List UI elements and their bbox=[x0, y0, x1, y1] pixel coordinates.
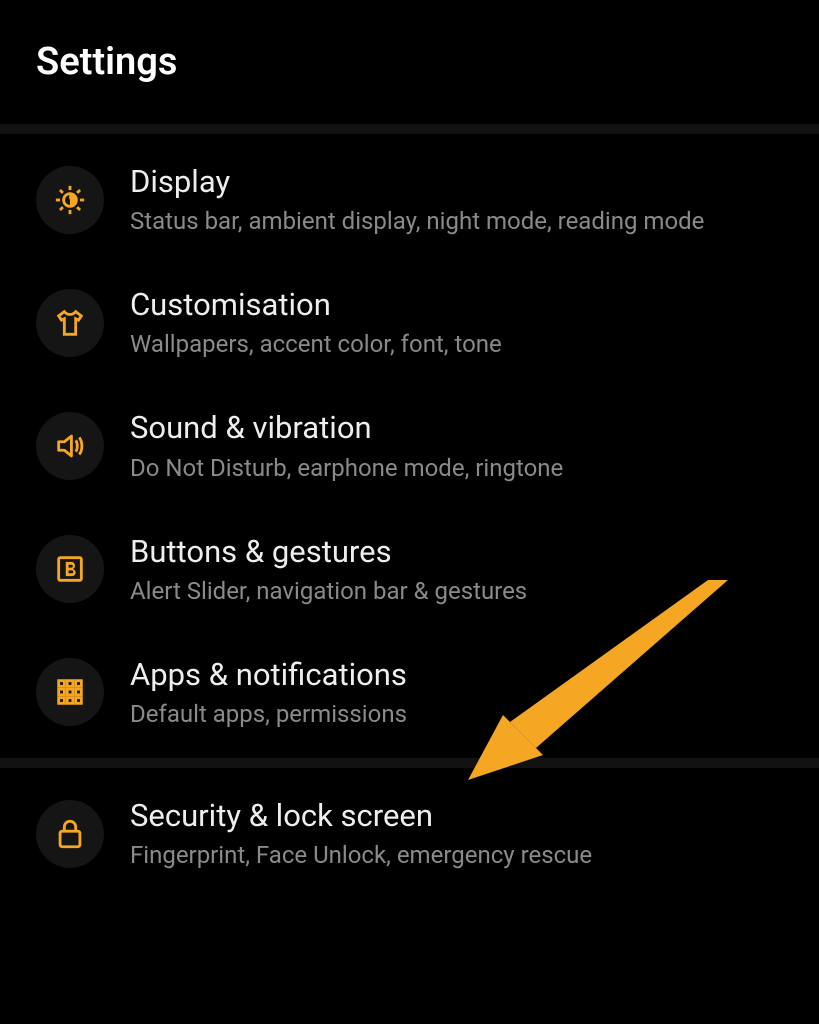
item-text: Customisation Wallpapers, accent color, … bbox=[130, 286, 502, 359]
settings-item-customisation[interactable]: Customisation Wallpapers, accent color, … bbox=[0, 261, 819, 384]
settings-list-2: Security & lock screen Fingerprint, Face… bbox=[0, 768, 819, 899]
lock-icon bbox=[36, 800, 104, 868]
item-subtitle: Fingerprint, Face Unlock, emergency resc… bbox=[130, 840, 592, 870]
page-title: Settings bbox=[36, 40, 819, 84]
shirt-icon bbox=[36, 289, 104, 357]
item-title: Customisation bbox=[130, 286, 502, 323]
settings-item-sound[interactable]: Sound & vibration Do Not Disturb, earpho… bbox=[0, 384, 819, 507]
apps-grid-icon bbox=[36, 658, 104, 726]
settings-item-buttons[interactable]: Buttons & gestures Alert Slider, navigat… bbox=[0, 508, 819, 631]
item-title: Sound & vibration bbox=[130, 409, 563, 446]
settings-item-apps[interactable]: Apps & notifications Default apps, permi… bbox=[0, 631, 819, 754]
item-subtitle: Status bar, ambient display, night mode,… bbox=[130, 206, 704, 236]
section-divider bbox=[0, 758, 819, 768]
item-text: Sound & vibration Do Not Disturb, earpho… bbox=[130, 409, 563, 482]
box-b-icon bbox=[36, 535, 104, 603]
item-text: Apps & notifications Default apps, permi… bbox=[130, 656, 407, 729]
item-subtitle: Alert Slider, navigation bar & gestures bbox=[130, 576, 527, 606]
item-title: Buttons & gestures bbox=[130, 533, 527, 570]
item-title: Security & lock screen bbox=[130, 797, 592, 834]
brightness-icon bbox=[36, 166, 104, 234]
item-text: Security & lock screen Fingerprint, Face… bbox=[130, 797, 592, 870]
item-text: Buttons & gestures Alert Slider, navigat… bbox=[130, 533, 527, 606]
settings-item-security[interactable]: Security & lock screen Fingerprint, Face… bbox=[0, 772, 819, 895]
item-title: Display bbox=[130, 163, 704, 200]
item-subtitle: Wallpapers, accent color, font, tone bbox=[130, 329, 502, 359]
section-divider bbox=[0, 124, 819, 134]
settings-header: Settings bbox=[0, 0, 819, 124]
speaker-icon bbox=[36, 412, 104, 480]
item-title: Apps & notifications bbox=[130, 656, 407, 693]
item-subtitle: Do Not Disturb, earphone mode, ringtone bbox=[130, 453, 563, 483]
settings-list: Display Status bar, ambient display, nig… bbox=[0, 134, 819, 758]
settings-item-display[interactable]: Display Status bar, ambient display, nig… bbox=[0, 138, 819, 261]
item-text: Display Status bar, ambient display, nig… bbox=[130, 163, 704, 236]
item-subtitle: Default apps, permissions bbox=[130, 699, 407, 729]
